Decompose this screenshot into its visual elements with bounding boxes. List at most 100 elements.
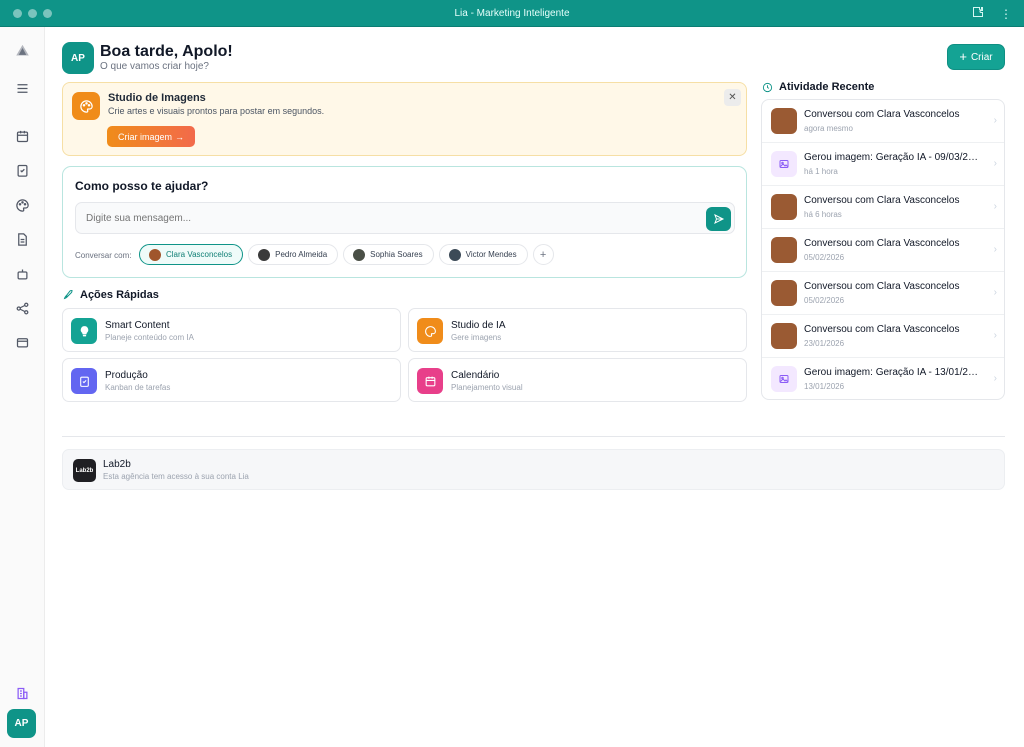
quick-action-subtitle: Kanban de tarefas	[105, 383, 171, 392]
palette-icon[interactable]	[13, 196, 31, 214]
agency-card[interactable]: Lab2b Lab2b Esta agência tem acesso à su…	[62, 449, 1005, 490]
divider	[62, 436, 1005, 437]
extension-icon[interactable]	[972, 6, 984, 21]
message-input[interactable]	[75, 202, 735, 234]
activity-title: Atividade Recente	[779, 81, 875, 93]
contact-avatar	[771, 194, 797, 220]
building-icon[interactable]	[13, 684, 31, 702]
activity-item[interactable]: Conversou com Clara Vasconcelos 05/02/20…	[762, 229, 1004, 272]
quick-action-smart-content[interactable]: Smart Content Planeje conteúdo com IA	[62, 308, 401, 352]
contact-avatar	[771, 237, 797, 263]
activity-time: há 6 horas	[804, 210, 842, 219]
calendar-icon[interactable]	[13, 127, 31, 145]
activity-text: Conversou com Clara Vasconcelos	[804, 281, 960, 292]
contact-chip[interactable]: Pedro Almeida	[248, 244, 339, 265]
contact-avatar	[448, 248, 461, 261]
chevron-right-icon: ›	[993, 201, 997, 212]
wallet-icon[interactable]	[13, 333, 31, 351]
send-icon	[713, 213, 724, 225]
share-icon[interactable]	[13, 299, 31, 317]
window-titlebar: Lia - Marketing Inteligente ⋮	[0, 0, 1024, 27]
lightbulb-icon	[71, 318, 97, 344]
image-icon	[771, 366, 797, 392]
document-icon[interactable]	[13, 230, 31, 248]
contact-chip[interactable]: Clara Vasconcelos	[139, 244, 244, 265]
contact-name: Pedro Almeida	[275, 250, 328, 259]
chat-title: Como posso te ajudar?	[75, 179, 209, 193]
contact-name: Sophia Soares	[370, 250, 423, 259]
contact-name: Clara Vasconcelos	[166, 250, 233, 259]
create-image-label: Criar imagem	[117, 131, 172, 142]
page-title: Boa tarde, Apolo!	[100, 43, 233, 60]
arrow-right-icon: →	[175, 131, 184, 142]
quick-action-subtitle: Planeje conteúdo com IA	[105, 333, 194, 342]
quick-actions-title: Ações Rápidas	[80, 289, 159, 301]
promo-title: Studio de Imagens	[108, 92, 206, 104]
activity-text: Conversou com Clara Vasconcelos	[804, 238, 960, 249]
bot-icon[interactable]	[13, 265, 31, 283]
contact-name: Victor Mendes	[465, 250, 517, 259]
quick-action-producao[interactable]: Produção Kanban de tarefas	[62, 358, 401, 402]
send-button[interactable]	[706, 207, 731, 231]
contact-avatar	[771, 108, 797, 134]
sidebar: AP	[0, 27, 45, 747]
close-icon[interactable]: ✕	[724, 89, 741, 106]
page-subtitle: O que vamos criar hoje?	[100, 61, 209, 72]
activity-time: 05/02/2026	[804, 296, 845, 305]
activity-time: há 1 hora	[804, 167, 838, 176]
activity-text: Gerou imagem: Geração IA - 09/03/2026	[804, 152, 980, 163]
quick-actions-header: Ações Rápidas	[62, 289, 159, 301]
quick-action-name: Smart Content	[105, 320, 170, 331]
logo-icon[interactable]	[13, 41, 31, 59]
clipboard-check-icon[interactable]	[13, 161, 31, 179]
activity-text: Conversou com Clara Vasconcelos	[804, 195, 960, 206]
contact-chips: Clara Vasconcelos Pedro Almeida Sophia S…	[139, 244, 554, 265]
quick-action-subtitle: Gere imagens	[451, 333, 502, 342]
user-avatar[interactable]: AP	[7, 709, 36, 738]
plus-icon: +	[959, 49, 967, 64]
contact-chip[interactable]: Sophia Soares	[343, 244, 434, 265]
agency-description: Esta agência tem acesso à sua conta Lia	[103, 472, 249, 481]
menu-icon[interactable]	[13, 79, 31, 97]
activity-time: 13/01/2026	[804, 382, 845, 391]
agency-logo: Lab2b	[73, 459, 96, 482]
studio-promo-banner: Studio de Imagens Crie artes e visuais p…	[62, 82, 747, 156]
agency-name: Lab2b	[103, 459, 131, 470]
chevron-right-icon: ›	[993, 115, 997, 126]
contact-avatar	[353, 248, 366, 261]
window-title: Lia - Marketing Inteligente	[454, 8, 570, 19]
chevron-right-icon: ›	[993, 244, 997, 255]
activity-item[interactable]: Conversou com Clara Vasconcelos há 6 hor…	[762, 186, 1004, 229]
main-content: AP Boa tarde, Apolo! O que vamos criar h…	[46, 27, 1024, 747]
image-icon	[771, 151, 797, 177]
create-button-label: Criar	[970, 51, 993, 63]
contact-avatar	[258, 248, 271, 261]
create-image-button[interactable]: Criar imagem →	[107, 126, 195, 147]
promo-description: Crie artes e visuais prontos para postar…	[108, 106, 325, 116]
quick-action-studio-ia[interactable]: Studio de IA Gere imagens	[408, 308, 747, 352]
activity-item[interactable]: Conversou com Clara Vasconcelos agora me…	[762, 100, 1004, 143]
quick-action-name: Produção	[105, 370, 148, 381]
contact-avatar	[771, 323, 797, 349]
activity-header: Atividade Recente	[762, 81, 874, 93]
rocket-icon	[63, 289, 73, 300]
activity-item[interactable]: Conversou com Clara Vasconcelos 23/01/20…	[762, 315, 1004, 358]
activity-text: Conversou com Clara Vasconcelos	[804, 109, 960, 120]
activity-list: Conversou com Clara Vasconcelos agora me…	[761, 99, 1005, 400]
quick-action-name: Studio de IA	[451, 320, 506, 331]
profile-avatar: AP	[62, 42, 94, 74]
quick-action-calendario[interactable]: Calendário Planejamento visual	[408, 358, 747, 402]
activity-item[interactable]: Gerou imagem: Geração IA - 13/01/2026 13…	[762, 358, 1004, 399]
chevron-right-icon: ›	[993, 330, 997, 341]
palette-icon	[72, 92, 100, 120]
more-vertical-icon[interactable]: ⋮	[1000, 7, 1012, 21]
chevron-right-icon: ›	[993, 287, 997, 298]
calendar-icon	[417, 368, 443, 394]
activity-item[interactable]: Conversou com Clara Vasconcelos 05/02/20…	[762, 272, 1004, 315]
quick-action-name: Calendário	[451, 370, 500, 381]
activity-item[interactable]: Gerou imagem: Geração IA - 09/03/2026 há…	[762, 143, 1004, 186]
contact-chip[interactable]: Victor Mendes	[438, 244, 528, 265]
add-contact-button[interactable]: +	[532, 244, 554, 265]
create-button[interactable]: + Criar	[947, 44, 1005, 70]
activity-time: 23/01/2026	[804, 339, 845, 348]
